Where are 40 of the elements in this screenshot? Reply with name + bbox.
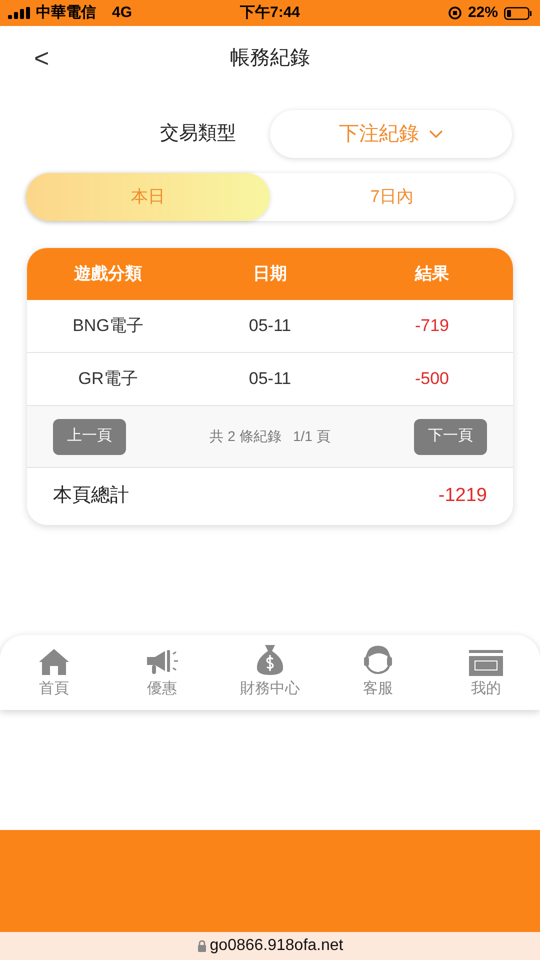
table-cell-text: -719	[414, 315, 450, 338]
tab-bar-item[interactable]: 優惠	[108, 648, 216, 700]
column-header: 日期	[252, 263, 288, 286]
tab-bar-item[interactable]: 客服	[324, 644, 432, 700]
vip-card-icon	[469, 650, 503, 676]
next-page-button[interactable]: 下一頁	[414, 418, 487, 454]
previous-page-button[interactable]: 上一頁	[53, 418, 126, 454]
money-bag-icon	[255, 644, 285, 676]
battery-icon	[504, 6, 532, 20]
battery-percent: 22%	[468, 2, 498, 23]
megaphone-icon	[145, 648, 179, 676]
period-tab[interactable]: 本日	[26, 173, 270, 221]
type-dropdown[interactable]: 下注紀錄	[270, 110, 512, 158]
table-cell-text: BNG電子	[72, 315, 144, 338]
carrier-name: 中華電信	[36, 2, 96, 23]
back-button[interactable]: <	[34, 45, 50, 71]
table-cell-text: 05-11	[248, 315, 292, 338]
chevron-down-icon	[429, 130, 443, 138]
home-icon	[38, 648, 70, 676]
network-type: 4G	[112, 2, 132, 23]
total-label: 本頁總計	[53, 484, 129, 508]
page-url: go0866.918ofa.net	[210, 936, 344, 956]
table-cell-text: GR電子	[77, 368, 139, 390]
filter-label: 交易類型	[159, 122, 237, 146]
signal-icon	[8, 7, 30, 19]
headset-person-icon	[361, 644, 395, 676]
table-cell-text: -500	[414, 368, 450, 390]
column-header: 遊戲分類	[73, 263, 143, 286]
tab-bar-item[interactable]: 我的	[432, 650, 540, 700]
period-tab[interactable]: 7日內	[270, 173, 514, 221]
lock-icon	[196, 940, 207, 952]
table-cell-text: 05-11	[248, 368, 292, 390]
clock: 下午7:44	[240, 2, 300, 23]
column-header: 結果	[414, 263, 450, 286]
page-title: 帳務紀錄	[230, 46, 310, 71]
total-value: -1219	[438, 484, 487, 508]
page-info: 共 2 條紀錄 1/1 頁	[208, 427, 332, 446]
rotation-lock-icon	[448, 6, 462, 20]
tab-bar-item[interactable]: 首頁	[0, 648, 108, 700]
tab-bar-item[interactable]: 財務中心	[216, 644, 324, 700]
